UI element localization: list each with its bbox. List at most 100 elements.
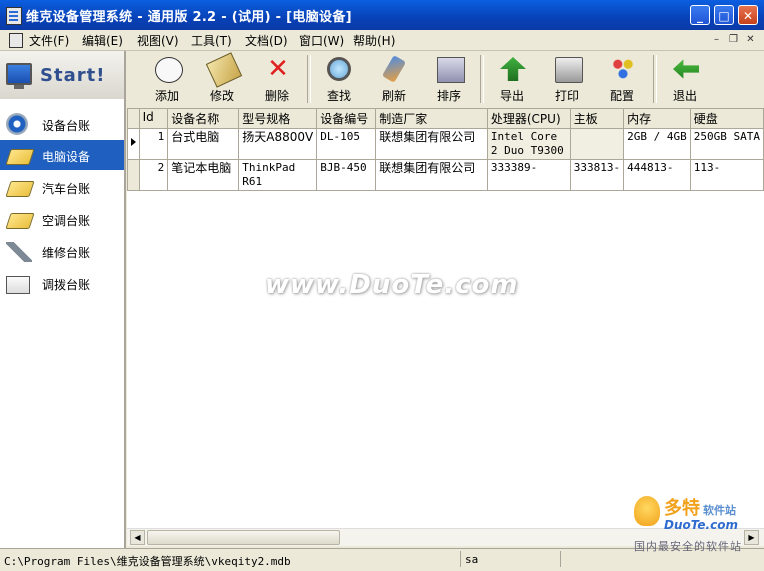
column-header-code[interactable]: 设备编号	[316, 108, 377, 129]
menu-window[interactable]: 窗口(W)	[299, 32, 344, 49]
scroll-left-icon[interactable]: ◀	[130, 530, 145, 545]
sidebar-item-vehicles[interactable]: 汽车台账	[0, 172, 124, 202]
corner-cell	[127, 108, 140, 129]
config-button[interactable]: 配置	[600, 53, 644, 105]
cell-id[interactable]: 1	[138, 128, 169, 160]
export-label: 导出	[499, 89, 524, 103]
cell-memory[interactable]: 444813-	[623, 159, 691, 191]
menu-file[interactable]: 文件(F)	[29, 32, 69, 49]
maximize-button[interactable]: □	[714, 5, 734, 25]
sidebar-item-label: 空调台账	[42, 214, 91, 228]
logo-url: DuoTe.com	[664, 518, 738, 532]
find-button[interactable]: 查找	[317, 53, 361, 105]
cell-name[interactable]: 台式电脑	[167, 128, 240, 160]
book-icon	[5, 213, 35, 229]
cell-id[interactable]: 2	[138, 159, 169, 191]
minimize-button[interactable]: _	[690, 5, 710, 25]
edit-button[interactable]: 修改	[200, 52, 244, 105]
sidebar-item-equipment-ledger[interactable]: 设备台账	[0, 109, 124, 139]
print-button[interactable]: 打印	[545, 53, 589, 105]
edit-label: 修改	[209, 89, 234, 103]
status-database-path: C:\Program Files\维克设备管理系统\vkeqity2.mdb	[4, 555, 291, 568]
document-icon[interactable]	[9, 33, 23, 48]
delete-button[interactable]: ✕ 删除	[255, 53, 299, 105]
duote-logo-watermark: 多特 软件站 DuoTe.com 国内最安全的软件站	[634, 492, 762, 553]
config-icon	[610, 57, 636, 81]
cell-model[interactable]: ThinkPad R61	[238, 159, 318, 191]
row-indicator[interactable]	[127, 159, 140, 191]
column-header-mainboard[interactable]: 主板	[569, 108, 625, 129]
exit-button[interactable]: 退出	[663, 53, 707, 105]
current-row-arrow-icon	[131, 138, 136, 146]
column-header-model[interactable]: 型号规格	[238, 108, 318, 129]
transfer-icon	[6, 276, 30, 294]
status-divider	[560, 551, 561, 567]
menu-tools[interactable]: 工具(T)	[191, 32, 232, 49]
toolbar: 添加 修改 ✕ 删除 查找 刷新 排序 导出 打印 配置 退出	[127, 51, 764, 109]
cell-disk[interactable]: 250GB SATA	[689, 128, 764, 160]
window-title: 维克设备管理系统 - 通用版 2.2 - (试用) - [电脑设备]	[26, 10, 352, 25]
sidebar-item-air-conditioners[interactable]: 空调台账	[0, 204, 124, 234]
column-header-cpu[interactable]: 处理器(CPU)	[486, 108, 571, 129]
refresh-icon	[381, 55, 407, 83]
mdi-close-icon[interactable]: ✕	[744, 33, 757, 46]
wrench-icon	[6, 242, 32, 262]
menu-edit[interactable]: 编辑(E)	[82, 32, 123, 49]
export-icon	[500, 57, 526, 81]
sidebar-item-label: 电脑设备	[42, 150, 91, 164]
printer-icon	[555, 57, 583, 83]
start-header: Start!	[0, 51, 124, 99]
toolbar-separator	[653, 55, 657, 103]
logo-slogan: 国内最安全的软件站	[634, 540, 742, 553]
column-header-name[interactable]: 设备名称	[167, 108, 240, 129]
print-label: 打印	[554, 89, 579, 103]
data-grid: Id 设备名称 型号规格 设备编号 制造厂家 处理器(CPU) 主板 内存 硬盘…	[127, 108, 764, 528]
column-header-memory[interactable]: 内存	[623, 108, 691, 129]
scroll-thumb[interactable]	[147, 530, 340, 545]
sidebar-item-repairs[interactable]: 维修台账	[0, 236, 124, 266]
sidebar-item-label: 维修台账	[42, 246, 91, 260]
cell-mainboard[interactable]	[569, 128, 625, 160]
sidebar: Start! 设备台账 电脑设备 汽车台账 空调台账 维修台账 调拨台账	[0, 51, 126, 548]
row-indicator[interactable]	[127, 128, 140, 160]
cell-manufacturer[interactable]: 联想集团有限公司	[375, 128, 488, 160]
column-header-disk[interactable]: 硬盘	[689, 108, 764, 129]
cell-code[interactable]: DL-105	[316, 128, 377, 160]
column-header-manufacturer[interactable]: 制造厂家	[375, 108, 488, 129]
close-button[interactable]: ✕	[738, 5, 758, 25]
sort-icon	[437, 57, 465, 83]
refresh-button[interactable]: 刷新	[372, 53, 416, 105]
sidebar-item-label: 设备台账	[42, 119, 91, 133]
logo-main-text: 多特 软件站	[664, 494, 736, 520]
magnifier-icon	[327, 57, 351, 81]
table-row[interactable]: 2 笔记本电脑 ThinkPad R61 BJB-450 联想集团有限公司 33…	[127, 159, 764, 191]
add-button[interactable]: 添加	[145, 53, 189, 105]
export-button[interactable]: 导出	[490, 53, 534, 105]
config-label: 配置	[609, 89, 634, 103]
monitor-icon	[6, 63, 32, 89]
cell-disk[interactable]: 113-	[689, 159, 764, 191]
find-label: 查找	[326, 89, 351, 103]
menu-view[interactable]: 视图(V)	[137, 32, 179, 49]
cell-model[interactable]: 扬天A8800V	[238, 128, 318, 160]
menu-help[interactable]: 帮助(H)	[353, 32, 395, 49]
menu-document[interactable]: 文档(D)	[245, 32, 288, 49]
delete-icon: ✕	[267, 54, 289, 84]
cell-mainboard[interactable]: 333813-	[569, 159, 625, 191]
table-row[interactable]: 1 台式电脑 扬天A8800V DL-105 联想集团有限公司 Intel Co…	[127, 128, 764, 160]
cell-cpu[interactable]: Intel Core 2 Duo T9300	[486, 128, 571, 160]
mdi-restore-icon[interactable]: ❐	[727, 33, 740, 46]
sidebar-item-computers[interactable]: 电脑设备	[0, 140, 124, 170]
cell-cpu[interactable]: 333389-	[486, 159, 571, 191]
cell-name[interactable]: 笔记本电脑	[167, 159, 240, 191]
refresh-label: 刷新	[381, 89, 406, 103]
column-header-id[interactable]: Id	[138, 108, 169, 129]
cell-manufacturer[interactable]: 联想集团有限公司	[375, 159, 488, 191]
toolbar-separator	[480, 55, 484, 103]
sort-button[interactable]: 排序	[427, 53, 471, 105]
sidebar-item-transfers[interactable]: 调拨台账	[0, 268, 124, 298]
cell-code[interactable]: BJB-450	[316, 159, 377, 191]
cell-memory[interactable]: 2GB / 4GB	[623, 128, 691, 160]
mdi-minimize-icon[interactable]: –	[710, 33, 723, 46]
book-icon	[5, 181, 35, 197]
